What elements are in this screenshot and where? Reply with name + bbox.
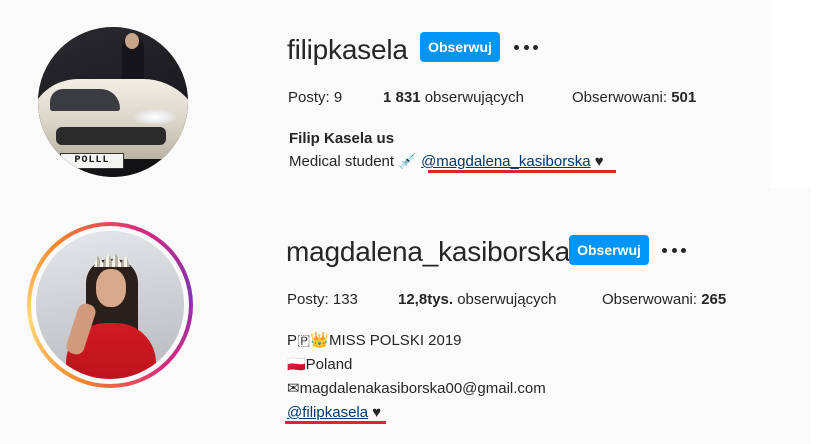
- bio-mention-link[interactable]: @magdalena_kasiborska: [421, 153, 591, 170]
- followers-stat[interactable]: 12,8tys. obserwujących: [398, 291, 556, 308]
- bio-location: 🇵🇱Poland: [287, 356, 353, 373]
- license-plate: POLLL: [60, 153, 124, 169]
- bio-title: P🇵👑MISS POLSKI 2019: [287, 332, 462, 349]
- annotation-underline: [428, 170, 616, 173]
- posts-stat[interactable]: Posty: 133: [287, 291, 358, 308]
- heart-icon: ♥: [594, 153, 604, 170]
- heart-icon: ♥: [372, 404, 382, 421]
- more-options-icon[interactable]: [662, 238, 686, 262]
- profile-header-filipkasela: POLLL filipkasela Obserwuj Posty: 9 1 83…: [0, 0, 769, 188]
- profile-username: magdalena_kasiborska: [286, 236, 570, 267]
- followers-stat[interactable]: 1 831 obserwujących: [383, 89, 524, 106]
- bio-mention-link[interactable]: @filipkasela: [287, 404, 368, 421]
- posts-stat[interactable]: Posty: 9: [288, 89, 342, 106]
- following-stat[interactable]: Obserwowani: 501: [572, 89, 696, 106]
- profile-full-name: Filip Kasela us: [289, 130, 395, 147]
- profile-avatar[interactable]: POLLL: [38, 27, 188, 177]
- bio-email: ✉magdalenakasiborska00@gmail.com: [287, 380, 546, 397]
- bio-text: Medical student 💉: [289, 153, 417, 170]
- follow-button[interactable]: Obserwuj: [569, 235, 649, 265]
- following-stat[interactable]: Obserwowani: 265: [602, 291, 726, 308]
- annotation-underline: [285, 421, 386, 424]
- profile-username: filipkasela: [287, 34, 408, 65]
- more-options-icon[interactable]: [514, 35, 538, 59]
- profile-avatar[interactable]: [36, 231, 184, 379]
- follow-button[interactable]: Obserwuj: [420, 32, 500, 62]
- story-ring[interactable]: [27, 222, 193, 388]
- bio-mention-line: @filipkasela ♥: [287, 404, 381, 422]
- profile-bio: Medical student 💉 @magdalena_kasiborska …: [289, 153, 604, 171]
